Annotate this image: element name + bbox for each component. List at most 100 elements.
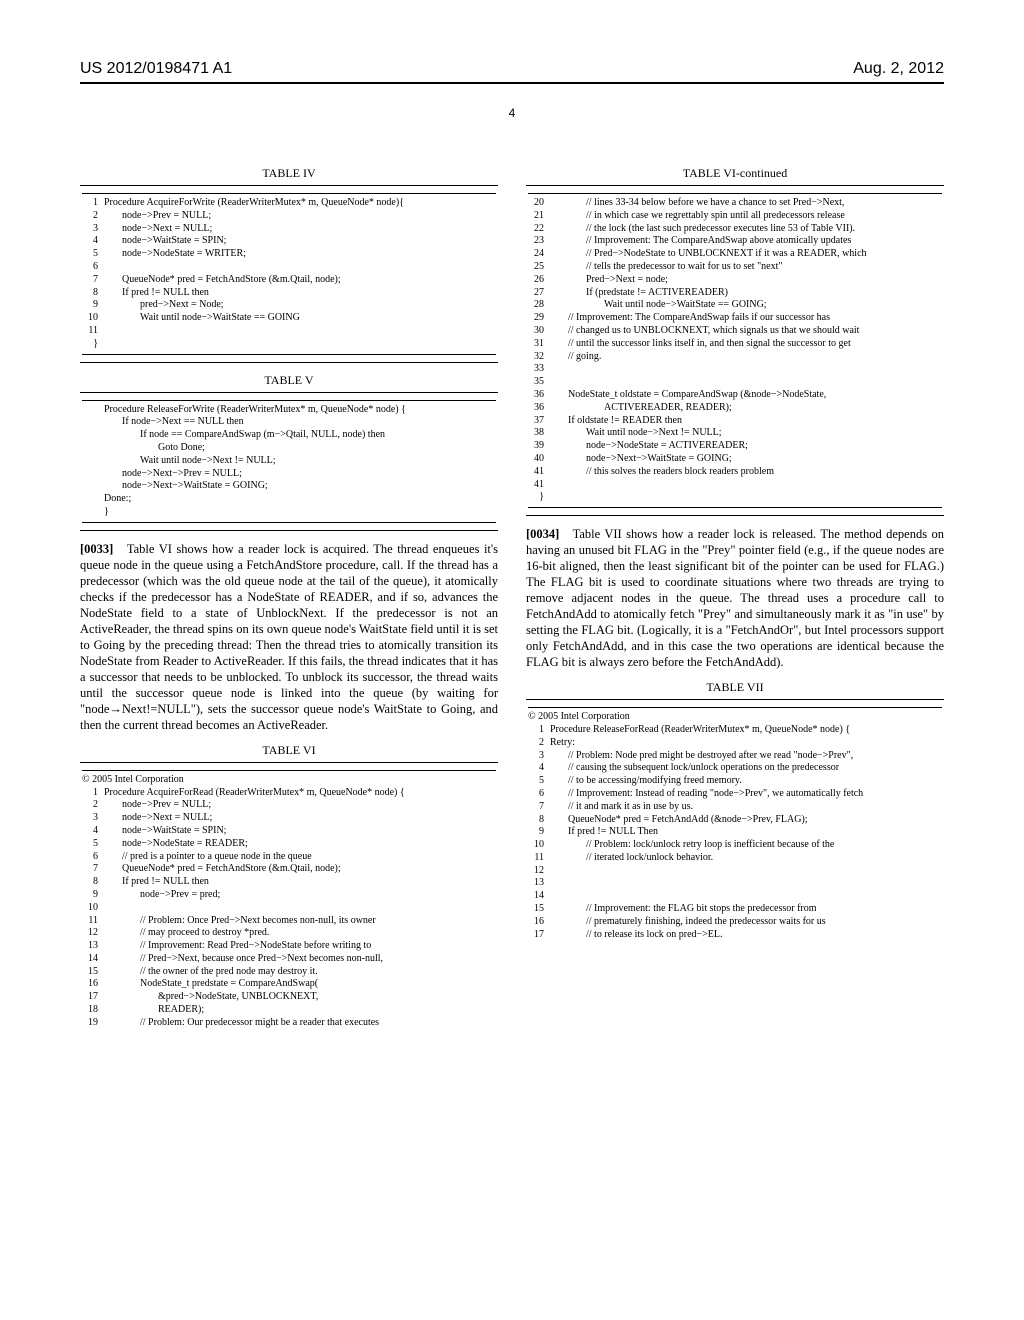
para-number: [0034] [526,527,559,541]
code-line: node−>Next−>Prev = NULL; [82,468,496,481]
code-text: node−>NodeState = READER; [104,838,496,851]
code-line: 3node−>Next = NULL; [82,223,496,236]
line-number: 9 [528,826,550,839]
line-number: 7 [82,863,104,876]
code-text: NodeState_t oldstate = CompareAndSwap (&… [550,389,942,402]
code-text: Wait until node−>WaitState == GOING; [550,299,942,312]
line-number: 6 [528,788,550,801]
line-number: 4 [82,235,104,248]
code-text: // tells the predecessor to wait for us … [550,261,942,274]
line-number: 15 [82,966,104,979]
code-text: // to be accessing/modifying freed memor… [550,775,942,788]
line-number: 18 [82,1004,104,1017]
code-text: // Improvement: Instead of reading "node… [550,788,942,801]
line-number: 1 [82,197,104,210]
code-line: 41 } [528,479,942,505]
code-text: node−>Next−>WaitState = GOING; [550,453,942,466]
code-text: QueueNode* pred = FetchAndStore (&m.Qtai… [104,863,496,876]
code-line: node−>Next−>WaitState = GOING; [82,480,496,493]
code-line: 5// to be accessing/modifying freed memo… [528,775,942,788]
code-line: 32// going. [528,351,942,364]
table6cont-title: TABLE VI-continued [526,166,944,181]
code-line: 12 [528,865,942,878]
code-text: READER); [104,1004,496,1017]
code-line: 15// Improvement: the FLAG bit stops the… [528,903,942,916]
code-text: // Improvement: The CompareAndSwap above… [550,235,942,248]
code-line: 36NodeState_t oldstate = CompareAndSwap … [528,389,942,402]
para-text: Table VII shows how a reader lock is rel… [526,527,944,669]
code-line: 6// pred is a pointer to a queue node in… [82,851,496,864]
paragraph-0034: [0034] Table VII shows how a reader lock… [526,526,944,670]
code-line: 11// Problem: Once Pred−>Next becomes no… [82,915,496,928]
code-text: Pred−>Next = node; [550,274,942,287]
code-text: // prematurely finishing, indeed the pre… [550,916,942,929]
patent-page: US 2012/0198471 A1 Aug. 2, 2012 4 TABLE … [0,0,1024,1320]
code-text: pred−>Next = Node; [104,299,496,312]
line-number: 26 [528,274,550,287]
publication-number: US 2012/0198471 A1 [80,60,232,78]
line-number: 2 [82,210,104,223]
code-line: 28Wait until node−>WaitState == GOING; [528,299,942,312]
line-number [82,480,104,493]
publication-date: Aug. 2, 2012 [853,60,944,78]
code-line: 13 [528,877,942,890]
code-text: // in which case we regrettably spin unt… [550,210,942,223]
code-text: // changed us to UNBLOCKNEXT, which sign… [550,325,942,338]
table6-continued: 20// lines 33-34 below before we have a … [526,185,944,516]
code-text: // the owner of the pred node may destro… [104,966,496,979]
line-number: 21 [528,210,550,223]
code-text: // iterated lock/unlock behavior. [550,852,942,865]
line-number: 9 [82,299,104,312]
code-line: 4// causing the subsequent lock/unlock o… [528,762,942,775]
line-number: 41 [528,466,550,479]
copyright-line: © 2005 Intel Corporation [82,774,496,787]
code-line: 16// prematurely finishing, indeed the p… [528,916,942,929]
line-number [82,429,104,442]
code-text: QueueNode* pred = FetchAndAdd (&node−>Pr… [550,814,942,827]
code-text: node−>NodeState = WRITER; [104,248,496,261]
code-line: 27If (predstate != ACTIVEREADER) [528,287,942,300]
code-text: If pred != NULL then [104,287,496,300]
code-line: 4node−>WaitState = SPIN; [82,235,496,248]
code-line: 21// in which case we regrettably spin u… [528,210,942,223]
code-line: 23// Improvement: The CompareAndSwap abo… [528,235,942,248]
line-number: 11 } [82,325,104,351]
code-line: 14 [528,890,942,903]
code-text [550,877,942,890]
code-line: 2node−>Prev = NULL; [82,210,496,223]
code-text: Wait until node−>WaitState == GOING [104,312,496,325]
para-text: Table VI shows how a reader lock is acqu… [80,542,498,732]
line-number: 22 [528,223,550,236]
code-text: If pred != NULL Then [550,826,942,839]
code-text: node−>Prev = NULL; [104,799,496,812]
code-line: 35 [528,376,942,389]
code-line: } [82,506,496,519]
line-number: 15 [528,903,550,916]
table5: Procedure ReleaseForWrite (ReaderWriterM… [80,392,498,531]
line-number: 5 [528,775,550,788]
code-text: node−>Next = NULL; [104,223,496,236]
line-number: 20 [528,197,550,210]
code-line: 4node−>WaitState = SPIN; [82,825,496,838]
code-line: 7QueueNode* pred = FetchAndStore (&m.Qta… [82,274,496,287]
line-number: 2 [528,737,550,750]
code-line: 38Wait until node−>Next != NULL; [528,427,942,440]
line-number: 5 [82,838,104,851]
code-line: 9pred−>Next = Node; [82,299,496,312]
code-text: // pred is a pointer to a queue node in … [104,851,496,864]
code-line: 6 [82,261,496,274]
line-number: 36 [528,402,550,415]
code-line: 1Procedure AcquireForRead (ReaderWriterM… [82,787,496,800]
left-column: TABLE IV 1Procedure AcquireForWrite (Rea… [80,156,498,1040]
code-text: // Problem: lock/unlock retry loop is in… [550,839,942,852]
code-line: 17// to release its lock on pred−>EL. [528,929,942,942]
code-text: ACTIVEREADER, READER); [550,402,942,415]
line-number: 13 [82,940,104,953]
line-number: 39 [528,440,550,453]
line-number: 31 [528,338,550,351]
code-text: QueueNode* pred = FetchAndStore (&m.Qtai… [104,274,496,287]
code-line: 18READER); [82,1004,496,1017]
code-text: node−>Next−>WaitState = GOING; [104,480,496,493]
code-line: 2Retry: [528,737,942,750]
code-text: // lines 33-34 below before we have a ch… [550,197,942,210]
